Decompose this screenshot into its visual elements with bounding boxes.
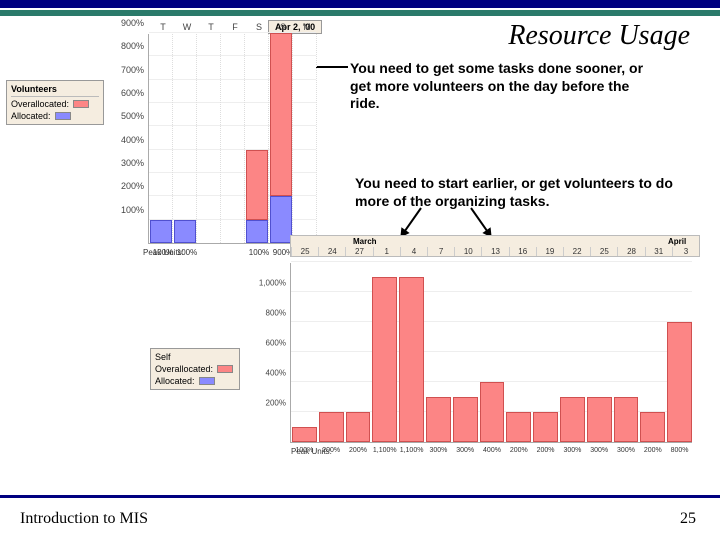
peak-value: 300% [425,447,452,454]
peak-value: 1,100% [398,447,425,454]
bar-overallocated [399,277,424,442]
y-tick: 400% [121,135,144,145]
bar-allocated [150,220,172,243]
legend-title: Volunteers [11,84,99,97]
footer-border [0,495,720,498]
bar-overallocated [292,427,317,442]
x-tick: 1 [373,247,400,256]
peak-value: 100% [291,447,318,454]
legend-item-allocated: Allocated: [155,376,235,386]
legend-label: Overallocated: [155,364,213,374]
bar-overallocated [640,412,665,442]
peak-value: 200% [639,447,666,454]
y-tick: 100% [121,205,144,215]
bar-overallocated [346,412,371,442]
page-title: Resource Usage [508,20,690,52]
peak-value: 200% [505,447,532,454]
x-tick: 4 [400,247,427,256]
month-label: April [666,237,688,246]
footer-left: Introduction to MIS [20,510,148,528]
x-tick: 19 [536,247,563,256]
swatch-blue [55,112,71,120]
y-tick: 200% [121,181,144,191]
swatch-red [217,365,233,373]
x-tick: 25 [291,247,318,256]
swatch-red [73,100,89,108]
peak-value: 100% [173,248,201,257]
x-tick: 27 [345,247,372,256]
x-tick: 7 [427,247,454,256]
x-tick: 3 [672,247,699,256]
annotation-1: You need to get some tasks done sooner, … [350,60,660,113]
legend-title: Self [155,352,235,362]
month-label: March [351,237,379,246]
swatch-blue [199,377,215,385]
bar-overallocated [506,412,531,442]
y-tick: 900% [121,18,144,28]
legend-item-overallocated: Overallocated: [155,364,235,374]
bar-overallocated [426,397,451,442]
peak-value: 300% [613,447,640,454]
legend-item-allocated: Allocated: [11,111,99,121]
legend-label: Overallocated: [11,99,69,109]
legend-item-overallocated: Overallocated: [11,99,99,109]
peak-value: 200% [318,447,345,454]
y-tick: 500% [121,111,144,121]
bar-overallocated [246,150,268,220]
peak-value: 400% [479,447,506,454]
bar-overallocated [319,412,344,442]
bar-overallocated [270,33,292,196]
y-tick: 400% [266,369,286,378]
peak-value: 1,100% [371,447,398,454]
arrow-icon [470,207,491,236]
peak-value: 300% [559,447,586,454]
y-tick: 200% [266,399,286,408]
chart2-plot: Peak Units: 200%400%600%800%1,000%100%20… [290,263,692,443]
x-tick: 25 [590,247,617,256]
y-tick: 800% [121,41,144,51]
accent-border [0,10,720,16]
y-tick: 1,000% [259,279,286,288]
bar-overallocated [480,382,505,442]
y-tick: 300% [121,158,144,168]
chart-self: March April 25242714710131619222528313 P… [250,235,700,485]
footer-right: 25 [680,510,696,528]
bar-allocated [174,220,196,243]
legend-label: Allocated: [155,376,195,386]
y-tick: 800% [266,309,286,318]
bar-overallocated [372,277,397,442]
x-tick: 16 [509,247,536,256]
bar-overallocated [533,412,558,442]
arrow-icon [401,207,422,236]
legend-label: Allocated: [11,111,51,121]
chart2-day-row: 25242714710131619222528313 [291,247,699,256]
chart2-date-header: March April 25242714710131619222528313 [290,235,700,257]
bar-overallocated [453,397,478,442]
legend-self: Self Overallocated: Allocated: [150,348,240,390]
chart1-plot: Peak Units: 100%200%300%400%500%600%700%… [148,34,316,244]
x-tick: 24 [318,247,345,256]
x-tick: 13 [481,247,508,256]
peak-value: 300% [586,447,613,454]
y-tick: 700% [121,65,144,75]
y-tick: 600% [121,88,144,98]
bar-overallocated [587,397,612,442]
peak-value: 800% [666,447,693,454]
x-tick: 28 [617,247,644,256]
bar-overallocated [614,397,639,442]
y-tick: 600% [266,339,286,348]
legend-volunteers: Volunteers Overallocated: Allocated: [6,80,104,125]
x-tick: 10 [454,247,481,256]
peak-value: 200% [532,447,559,454]
peak-value: 300% [452,447,479,454]
peak-value: 200% [345,447,372,454]
x-tick: 31 [645,247,672,256]
top-border [0,0,720,8]
annotation-2: You need to start earlier, or get volunt… [355,175,675,210]
x-tick: M [293,22,321,32]
bar-overallocated [667,322,692,442]
x-tick: 22 [563,247,590,256]
bar-overallocated [560,397,585,442]
mask [0,280,120,500]
